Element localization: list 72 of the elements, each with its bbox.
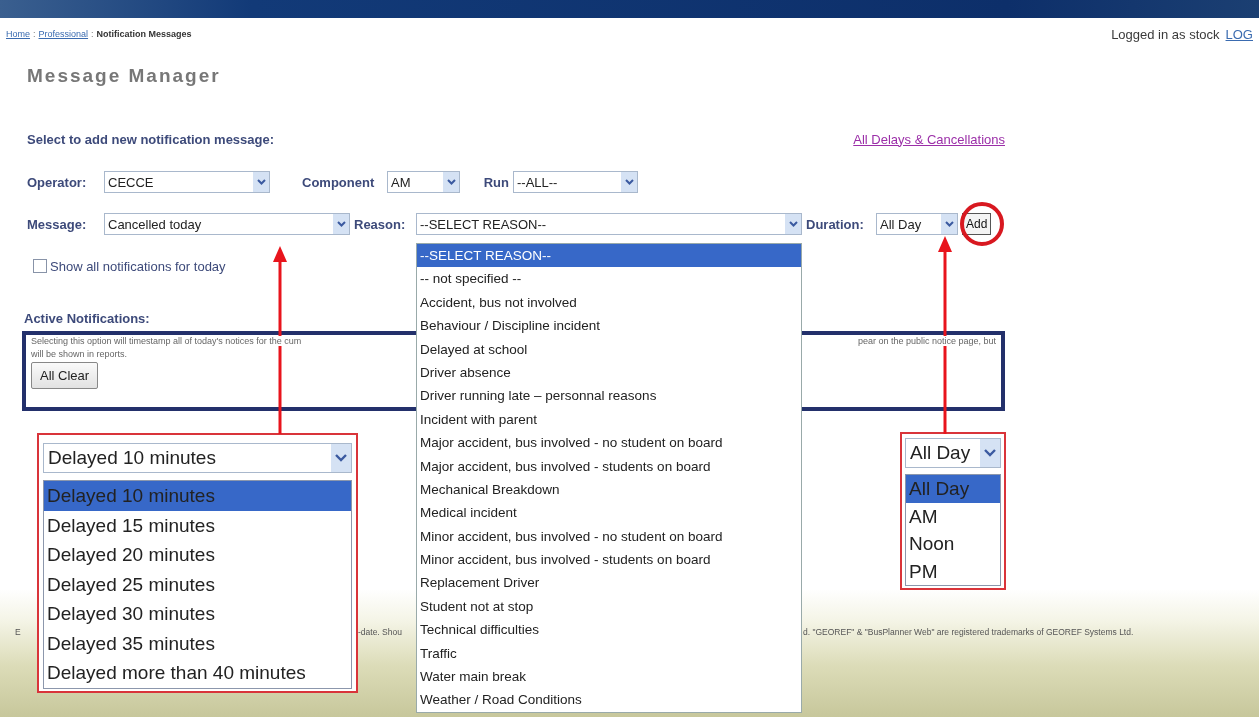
breadcrumb-link[interactable]: Professional: [38, 29, 89, 39]
field-label: Operator:: [27, 174, 88, 190]
dropdown-option[interactable]: Delayed 35 minutes: [44, 628, 351, 658]
login-status: Logged in as stock: [1111, 26, 1220, 42]
dropdown-option[interactable]: Major accident, bus involved - students on board: [417, 454, 801, 478]
dropdown-option[interactable]: Technical difficulties: [417, 618, 801, 642]
run-select[interactable]: --ALL--: [513, 171, 638, 193]
dropdown-option[interactable]: Driver running late – personnal reasons: [417, 384, 801, 408]
dropdown-option[interactable]: AM: [906, 502, 1000, 530]
page-title: Message Manager: [27, 64, 222, 88]
caret-icon: [944, 221, 954, 227]
section-heading: Active Notifications:: [24, 311, 150, 327]
operator-select[interactable]: CECCE: [104, 171, 270, 193]
dropdown-option[interactable]: Minor accident, bus involved - students on board: [417, 548, 801, 572]
dropdown-option[interactable]: Student not at stop: [417, 594, 801, 619]
message-select[interactable]: Cancelled today: [104, 213, 350, 235]
dropdown-option[interactable]: Major accident, bus involved - no student on board: [417, 431, 801, 455]
dropdown-option[interactable]: Minor accident, bus involved - no student on board: [417, 524, 801, 549]
dropdown-option[interactable]: Incident with parent: [417, 407, 801, 432]
dropdown-option[interactable]: Noon: [906, 530, 1000, 558]
caret-icon: [788, 221, 798, 227]
notice-text: Selecting this option will timestamp all of today's notices for the cum: [31, 336, 302, 346]
dropdown-option[interactable]: Behaviour / Discipline incident: [417, 314, 801, 338]
breadcrumb-link[interactable]: Home: [6, 29, 30, 39]
dropdown-option[interactable]: Accident, bus not involved: [417, 290, 801, 315]
dropdown-option[interactable]: Delayed at school: [417, 337, 801, 361]
dropdown-option[interactable]: -- not specified --: [417, 267, 801, 291]
dropdown-option[interactable]: Delayed 25 minutes: [44, 569, 351, 599]
caret-icon: [336, 221, 346, 227]
field-label: Message:: [27, 216, 88, 232]
notice-text: pear on the public notice page, but: [857, 336, 996, 346]
dropdown-option[interactable]: PM: [906, 557, 1000, 585]
all-clear-button[interactable]: All Clear: [31, 362, 99, 389]
delays-link[interactable]: All Delays & Cancellations: [853, 131, 1005, 147]
breadcrumb-separator: :: [91, 29, 94, 39]
section-heading: Select to add new notification message:: [27, 131, 275, 147]
dropdown-option[interactable]: Delayed 15 minutes: [44, 510, 351, 540]
checkbox-label: Show all notifications for today: [50, 258, 226, 274]
checkbox[interactable]: [33, 259, 47, 273]
dropdown-option[interactable]: Weather / Road Conditions: [417, 688, 801, 712]
dropdown-option[interactable]: --SELECT REASON--: [417, 244, 801, 268]
dropdown-option[interactable]: Delayed 30 minutes: [44, 599, 351, 629]
field-label: Run: [482, 174, 509, 190]
dropdown-option[interactable]: Mechanical Breakdown: [417, 477, 801, 502]
dropdown-option[interactable]: Delayed 20 minutes: [44, 540, 351, 570]
dropdown-option[interactable]: Replacement Driver: [417, 571, 801, 595]
caret-icon: [446, 179, 456, 185]
breadcrumb-separator: :: [33, 29, 36, 39]
caret-icon: [256, 179, 266, 185]
component-select[interactable]: AM: [387, 171, 460, 193]
highlight-circle: [959, 201, 1005, 247]
message-select[interactable]: Delayed 10 minutes: [43, 443, 352, 473]
dropdown-option[interactable]: Delayed more than 40 minutes: [44, 658, 351, 688]
notice-text: will be shown in reports.: [31, 349, 128, 359]
caret-icon: [984, 449, 996, 457]
breadcrumb-current: Notification Messages: [96, 29, 192, 39]
dropdown-option[interactable]: Medical incident: [417, 501, 801, 525]
footer-text: -date. Shou: [358, 627, 402, 637]
reason-select[interactable]: --SELECT REASON--: [416, 213, 802, 235]
caret-icon: [624, 179, 634, 185]
field-label: Duration:: [806, 216, 865, 232]
footer-text: E: [15, 627, 21, 637]
dropdown-option[interactable]: Traffic: [417, 641, 801, 666]
dropdown-option[interactable]: Driver absence: [417, 360, 801, 385]
duration-select[interactable]: All Day: [905, 438, 1001, 468]
caret-icon: [335, 454, 347, 462]
field-label: Reason:: [354, 216, 407, 232]
footer-text: d. "GEOREF" & "BusPlanner Web" are registered trademarks of GEOREF Systems Ltd.: [803, 627, 1134, 637]
field-label: Component: [302, 174, 376, 190]
duration-select[interactable]: All Day: [876, 213, 958, 235]
dropdown-option[interactable]: Water main break: [417, 665, 801, 689]
logout-link[interactable]: LOG: [1225, 26, 1253, 42]
